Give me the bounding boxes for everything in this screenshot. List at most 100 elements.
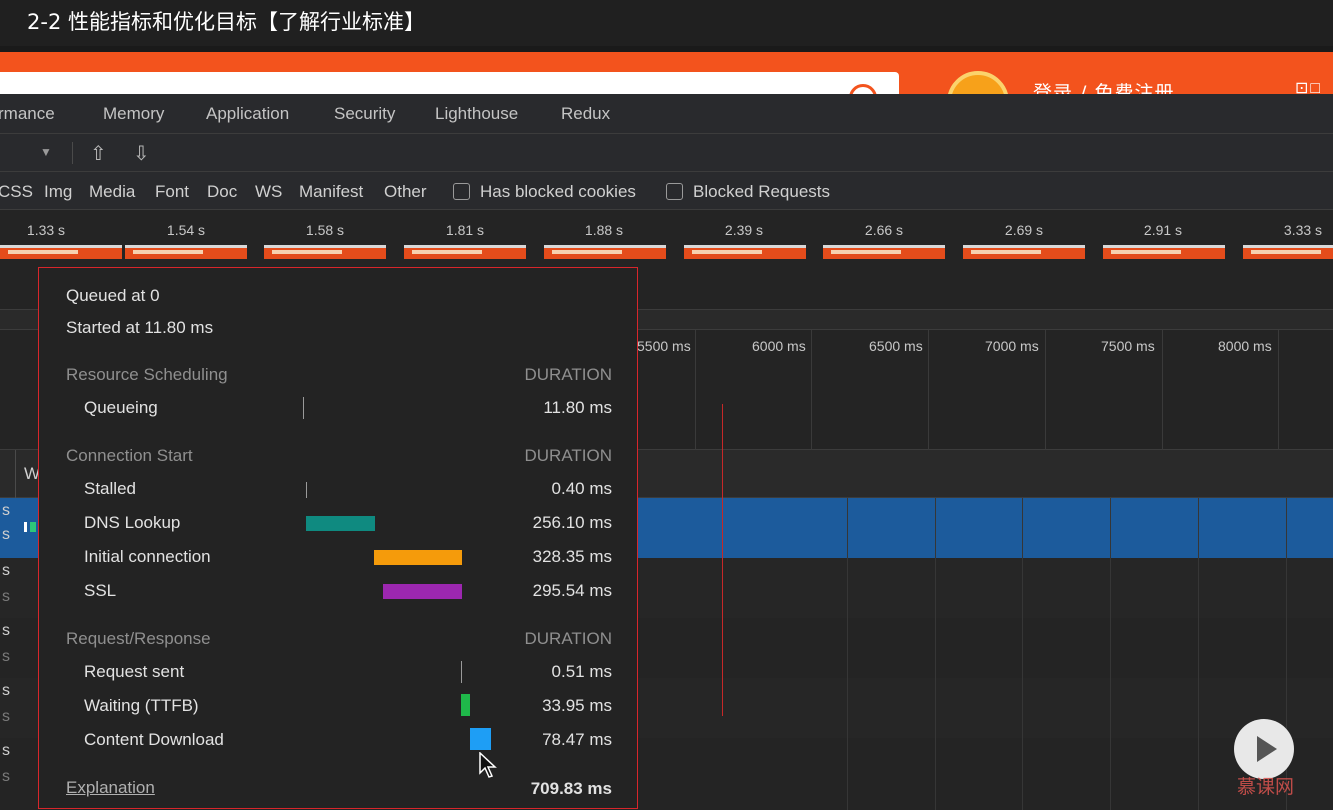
screenshot-thumbnail[interactable] [125,245,247,259]
filter-ws[interactable]: WS [255,182,282,202]
timing-value-request-sent: 0.51 ms [551,662,612,681]
screenshot-time: 1.33 s [26,222,66,238]
screenshot-time: 2.66 s [864,222,904,238]
tab-security[interactable]: Security [334,104,395,124]
screenshot-time: 1.81 s [445,222,485,238]
screenshot-thumbnail[interactable] [1103,245,1225,259]
screenshot-time: 2.39 s [724,222,764,238]
waterfall-gridline [1022,498,1023,810]
filter-css[interactable]: CSS [0,182,33,202]
video-title-bar: 2-2 性能指标和优化目标【了解行业标准】 [0,0,1333,46]
resource-type-filter-bar: CSS Img Media Font Doc WS Manifest Other… [0,172,1333,210]
started-at-text: Started at 11.80 ms [66,318,214,337]
content-download-bar [470,728,491,750]
play-icon[interactable] [1234,719,1294,779]
overview-gridline [928,330,929,450]
filter-manifest[interactable]: Manifest [299,182,363,202]
waterfall-gridline [1198,498,1199,810]
filter-font[interactable]: Font [155,182,189,202]
duration-header: DURATION [524,446,612,465]
waterfall-gridline [847,498,848,810]
screenshot-time: 2.69 s [1004,222,1044,238]
overview-tick-label: 8000 ms [1218,338,1272,354]
row-time-cell: s [2,562,10,579]
screenshot-time: 1.58 s [305,222,345,238]
watermark-logo: 慕课网 [1237,776,1295,798]
duration-header: DURATION [524,365,612,384]
timing-value-queueing: 11.80 ms [543,398,612,417]
row-time-cell: s [2,682,10,699]
login-register-link[interactable]: 登录 / 免费注册 [1033,78,1174,94]
avatar[interactable] [947,71,1009,94]
tab-performance[interactable]: rmance [0,104,55,124]
load-event-line [722,404,723,716]
row-time-cell: s [2,648,10,665]
timing-label-content-download: Content Download [84,730,224,749]
toolbar-divider [72,142,73,164]
overview-gridline [695,330,696,450]
site-header: 登录 / 免费注册 ⊡□ [0,52,1333,94]
timing-value-content-download: 78.47 ms [542,730,612,749]
filter-other[interactable]: Other [384,182,427,202]
section-title-connection-start: Connection Start [66,446,193,465]
screenshot-thumbnail[interactable] [404,245,526,259]
section-title-resource-scheduling: Resource Scheduling [66,365,228,384]
row-time-cell: s [2,502,10,519]
site-search-box[interactable] [0,72,899,94]
row-time-cell: s [2,742,10,759]
overview-tick-label: 6000 ms [752,338,806,354]
timing-value-stalled: 0.40 ms [551,479,612,498]
timing-label-queueing: Queueing [84,398,158,417]
timing-label-initial-connection: Initial connection [84,547,211,566]
stalled-bar [306,482,307,498]
blocked-requests-checkbox[interactable] [666,183,683,200]
filter-media[interactable]: Media [89,182,135,202]
timing-label-dns-lookup: DNS Lookup [84,513,181,532]
tab-memory[interactable]: Memory [103,104,164,124]
waterfall-gridline [1110,498,1111,810]
screenshot-thumbnail[interactable] [1243,245,1333,259]
row-time-cell: s [2,708,10,725]
waiting-ttfb-bar [461,694,470,716]
explanation-link[interactable]: Explanation [66,778,155,798]
network-toolbar: ▼ ⇧ ⇩ [0,134,1333,172]
waterfall-marker [24,522,27,532]
mouse-cursor-icon [479,752,497,778]
overview-tick-label: 6500 ms [869,338,923,354]
filter-img[interactable]: Img [44,182,72,202]
overview-gridline [1045,330,1046,450]
timing-label-waiting-ttfb: Waiting (TTFB) [84,696,199,715]
waterfall-marker [30,522,36,532]
screenshot-thumbnail[interactable] [264,245,386,259]
download-icon[interactable]: ⇩ [133,141,150,166]
timing-total: 709.83 ms [530,779,612,798]
overview-tick-label: 7000 ms [985,338,1039,354]
request-sent-bar [461,661,462,683]
timing-value-initial-connection: 328.35 ms [532,547,612,566]
has-blocked-cookies-label: Has blocked cookies [480,182,636,201]
queueing-bar [303,397,304,419]
screenshot-thumbnail[interactable] [684,245,806,259]
screenshot-time: 3.33 s [1283,222,1323,238]
row-time-cell: s [2,588,10,605]
chevron-down-icon[interactable]: ▼ [40,145,52,159]
overview-gridline [811,330,812,450]
tab-redux[interactable]: Redux [561,104,610,124]
row-time-cell: s [2,526,10,543]
filter-doc[interactable]: Doc [207,182,237,202]
screenshot-time: 1.88 s [584,222,624,238]
window-icon[interactable]: ⊡□ [1295,78,1322,94]
screenshot-thumbnail[interactable] [823,245,945,259]
screenshot-thumbnail[interactable] [0,245,122,259]
tab-lighthouse[interactable]: Lighthouse [435,104,518,124]
has-blocked-cookies-checkbox[interactable] [453,183,470,200]
timing-value-dns-lookup: 256.10 ms [532,513,612,532]
row-time-cell: s [2,768,10,785]
tab-application[interactable]: Application [206,104,289,124]
screenshot-thumbnail[interactable] [544,245,666,259]
timing-label-request-sent: Request sent [84,662,185,681]
section-title-request-response: Request/Response [66,629,211,648]
screenshot-thumbnail[interactable] [963,245,1085,259]
upload-icon[interactable]: ⇧ [90,141,107,166]
overview-gridline [1278,330,1279,450]
